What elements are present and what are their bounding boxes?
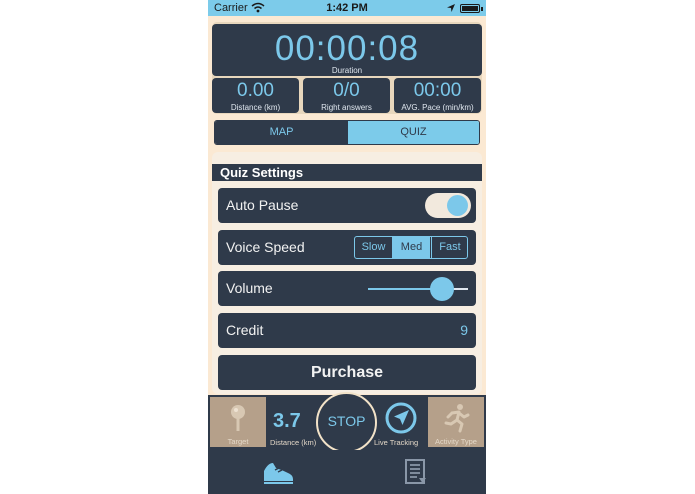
- toggle-knob: [447, 195, 468, 216]
- target-button[interactable]: Target: [210, 397, 266, 447]
- auto-pause-label: Auto Pause: [226, 197, 299, 213]
- credit-value: 9: [460, 322, 468, 338]
- activity-bar: Target 3.7 Distance (km) STOP Live Track…: [208, 392, 486, 453]
- distance-stat: 0.00 Distance (km): [212, 78, 299, 113]
- location-arrow-icon: [447, 4, 455, 12]
- purchase-button[interactable]: Purchase: [218, 355, 476, 390]
- voice-speed-segment: Slow Med Fast: [354, 236, 468, 259]
- phone-screen: Carrier 1:42 PM 00:00:08 Duration 0.00 D…: [208, 0, 486, 494]
- credit-row: Credit 9: [218, 313, 476, 348]
- voice-speed-med[interactable]: Med: [393, 237, 430, 258]
- quiz-settings-header: Quiz Settings: [212, 164, 482, 181]
- purchase-label: Purchase: [310, 364, 384, 381]
- volume-label: Volume: [226, 280, 273, 296]
- quiz-settings-title: Quiz Settings: [220, 165, 304, 180]
- activity-type-button[interactable]: Activity Type: [428, 397, 484, 447]
- voice-speed-slow[interactable]: Slow: [355, 237, 393, 258]
- auto-pause-row: Auto Pause: [218, 188, 476, 223]
- right-answers-stat: 0/0 Right answers: [303, 78, 390, 113]
- log-list-icon[interactable]: [404, 459, 428, 485]
- stop-button[interactable]: STOP: [316, 392, 377, 453]
- right-answers-value: 0/0: [333, 80, 360, 101]
- duration-label: Duration: [331, 66, 363, 75]
- target-label: Target: [227, 437, 249, 446]
- runner-icon: [444, 404, 470, 433]
- activity-type-label: Activity Type: [435, 437, 477, 446]
- distance-value: 0.00: [237, 80, 274, 101]
- pace-label: AVG. Pace (min/km): [401, 103, 474, 112]
- activity-distance-value: 3.7: [273, 410, 301, 432]
- voice-speed-label: Voice Speed: [226, 239, 305, 255]
- tab-bar: [208, 450, 486, 494]
- tab-map[interactable]: MAP: [215, 121, 348, 144]
- right-answers-label: Right answers: [321, 103, 372, 112]
- view-segment-control: MAP QUIZ: [214, 120, 480, 145]
- duration-display: 00:00:08 Duration: [212, 24, 482, 76]
- live-tracking-label: Live Tracking: [374, 438, 419, 447]
- clock: 1:42 PM: [326, 2, 368, 14]
- volume-row: Volume: [218, 271, 476, 306]
- stop-label: STOP: [327, 413, 366, 429]
- distance-label: Distance (km): [230, 103, 281, 112]
- battery-icon: [460, 4, 480, 13]
- voice-speed-fast[interactable]: Fast: [431, 237, 467, 258]
- run-shoe-icon[interactable]: [260, 457, 296, 485]
- duration-value: 00:00:08: [274, 29, 420, 68]
- status-bar: Carrier 1:42 PM: [208, 0, 486, 16]
- pace-stat: 00:00 AVG. Pace (min/km): [394, 78, 481, 113]
- tab-quiz[interactable]: QUIZ: [348, 121, 479, 144]
- voice-speed-row: Voice Speed Slow Med Fast: [218, 230, 476, 265]
- live-tracking-icon[interactable]: [385, 402, 417, 434]
- target-pin-icon: [231, 405, 245, 431]
- credit-label: Credit: [226, 322, 264, 338]
- activity-distance-label: Distance (km): [270, 438, 317, 447]
- auto-pause-toggle[interactable]: [425, 193, 471, 218]
- pace-value: 00:00: [413, 80, 462, 101]
- battery-tip: [481, 7, 483, 11]
- volume-slider-thumb[interactable]: [430, 277, 454, 301]
